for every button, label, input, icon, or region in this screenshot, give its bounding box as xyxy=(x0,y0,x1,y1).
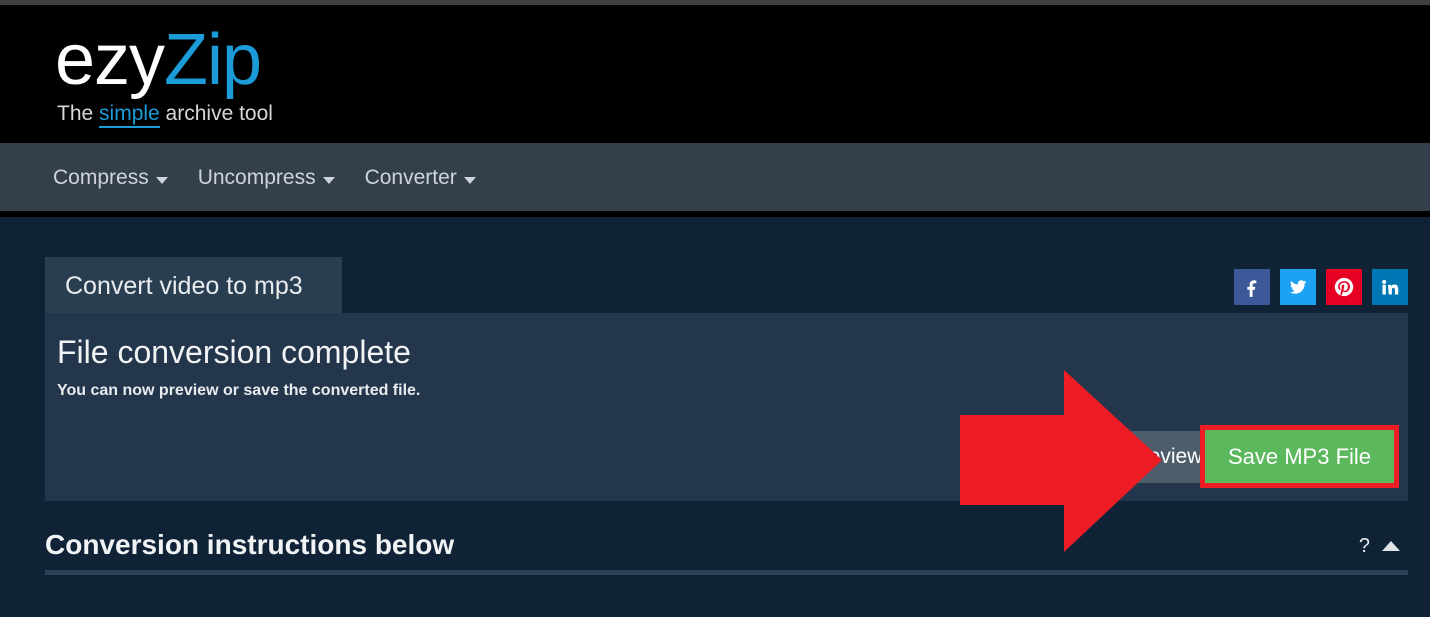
page-title: File conversion complete xyxy=(57,334,411,370)
site-logo[interactable]: ezyZip The simple archive tool xyxy=(55,20,273,128)
nav-item-converter[interactable]: Converter xyxy=(365,166,476,190)
nav-item-converter-label: Converter xyxy=(364,166,457,189)
panel-subtitle: You can now preview or save the converte… xyxy=(57,382,421,399)
save-mp3-file-button[interactable]: Save MP3 File xyxy=(1205,430,1394,483)
social-share-row xyxy=(1234,269,1408,305)
main-navbar: Compress Uncompress Converter xyxy=(0,143,1430,213)
tagline-highlight: simple xyxy=(99,102,160,128)
page-root: ezyZip The simple archive tool Compress … xyxy=(0,0,1430,617)
logo-text-primary: ezy xyxy=(55,20,165,100)
question-mark-icon: ? xyxy=(1358,535,1370,557)
linkedin-icon xyxy=(1380,277,1400,297)
chevron-down-icon xyxy=(322,176,335,184)
logo-text-secondary: Zip xyxy=(164,20,262,100)
facebook-icon xyxy=(1242,277,1262,297)
linkedin-share-button[interactable] xyxy=(1372,269,1408,305)
tagline-before: The xyxy=(57,102,100,125)
facebook-share-button[interactable] xyxy=(1234,269,1270,305)
nav-item-uncompress[interactable]: Uncompress xyxy=(198,166,335,190)
logo-text: ezyZip xyxy=(55,20,273,100)
chevron-down-icon xyxy=(155,176,168,184)
pinterest-share-button[interactable] xyxy=(1326,269,1362,305)
navbar-items: Compress Uncompress Converter xyxy=(53,143,476,213)
site-tagline: The simple archive tool xyxy=(57,102,273,128)
tab-label: Convert video to mp3 xyxy=(65,271,303,300)
chevron-down-icon xyxy=(463,176,476,184)
nav-item-compress[interactable]: Compress xyxy=(53,166,168,190)
navbar-bottom-rule xyxy=(0,213,1430,217)
pinterest-icon xyxy=(1333,276,1355,298)
nav-item-compress-label: Compress xyxy=(53,166,149,189)
save-button-highlight: Save MP3 File xyxy=(1200,425,1399,488)
twitter-share-button[interactable] xyxy=(1280,269,1316,305)
tab-convert-video-to-mp3[interactable]: Convert video to mp3 xyxy=(45,257,342,314)
tagline-after: archive tool xyxy=(159,102,273,125)
twitter-icon xyxy=(1288,277,1308,297)
site-masthead: ezyZip The simple archive tool xyxy=(0,5,1430,143)
instructions-heading: Conversion instructions below xyxy=(45,529,455,560)
section-divider xyxy=(45,570,1408,575)
instructions-toggle[interactable]: ? xyxy=(1359,535,1400,557)
nav-item-uncompress-label: Uncompress xyxy=(197,166,316,189)
chevron-up-icon xyxy=(1382,541,1400,551)
